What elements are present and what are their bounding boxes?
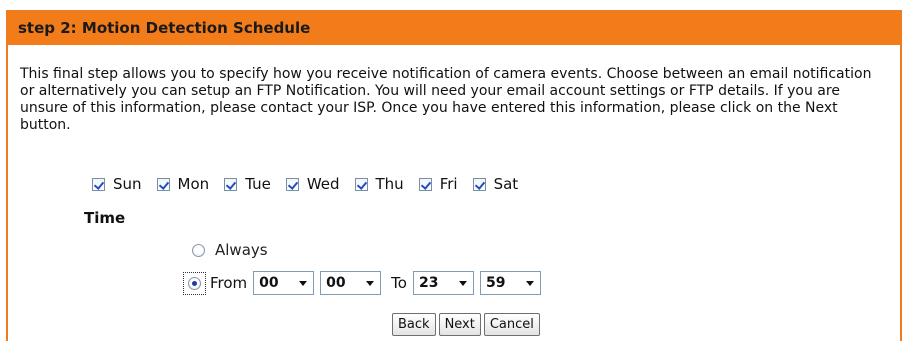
from-radio[interactable] [188,276,201,290]
day-label-mon: Mon [177,175,210,193]
checkbox-sat[interactable] [472,177,486,191]
day-label-sat: Sat [493,175,519,193]
chevron-down-icon [458,280,467,286]
days-of-week: Sun Mon Tue Wed Thu Fri Sat [92,175,533,193]
from-option: From 00 00 To 23 59 [183,271,541,295]
instructions-text: This final step allows you to specify ho… [20,66,872,133]
to-minute-select[interactable]: 59 [479,271,541,295]
to-hour-select[interactable]: 23 [412,271,474,295]
chevron-down-icon [299,280,308,286]
from-minute-select[interactable]: 00 [320,271,382,295]
always-radio[interactable] [192,243,205,257]
day-fri[interactable]: Fri [418,175,458,193]
to-minute-value: 59 [485,275,506,291]
cancel-button[interactable]: Cancel [483,313,540,336]
back-button[interactable]: Back [392,313,436,336]
motion-detection-schedule-panel: step 2: Motion Detection Schedule This f… [6,10,902,341]
wizard-buttons: Back Next Cancel [392,313,543,336]
next-button[interactable]: Next [438,313,481,336]
day-label-thu: Thu [375,175,404,193]
always-option[interactable]: Always [192,241,268,259]
day-label-tue: Tue [245,175,271,193]
to-hour-value: 23 [418,275,439,291]
day-wed[interactable]: Wed [285,175,340,193]
day-label-wed: Wed [306,175,340,193]
checkbox-mon[interactable] [156,177,170,191]
checkbox-tue[interactable] [224,177,238,191]
panel-title: step 2: Motion Detection Schedule [8,12,900,45]
chevron-down-icon [525,280,534,286]
chevron-down-icon [366,280,375,286]
day-tue[interactable]: Tue [224,175,271,193]
day-label-sun: Sun [113,175,142,193]
day-mon[interactable]: Mon [156,175,210,193]
checkbox-fri[interactable] [418,177,432,191]
from-hour-select[interactable]: 00 [253,271,315,295]
from-minute-value: 00 [326,275,346,291]
day-sun[interactable]: Sun [92,175,142,193]
from-radio-focus[interactable] [183,271,206,295]
day-label-fri: Fri [439,175,458,193]
checkbox-thu[interactable] [354,177,368,191]
checkbox-sun[interactable] [92,177,105,191]
to-label: To [391,274,407,292]
day-thu[interactable]: Thu [354,175,404,193]
checkbox-wed[interactable] [285,177,299,191]
always-label: Always [215,241,268,259]
day-sat[interactable]: Sat [472,175,519,193]
from-label: From [210,274,248,292]
time-heading: Time [84,209,126,227]
from-hour-value: 00 [259,275,279,291]
